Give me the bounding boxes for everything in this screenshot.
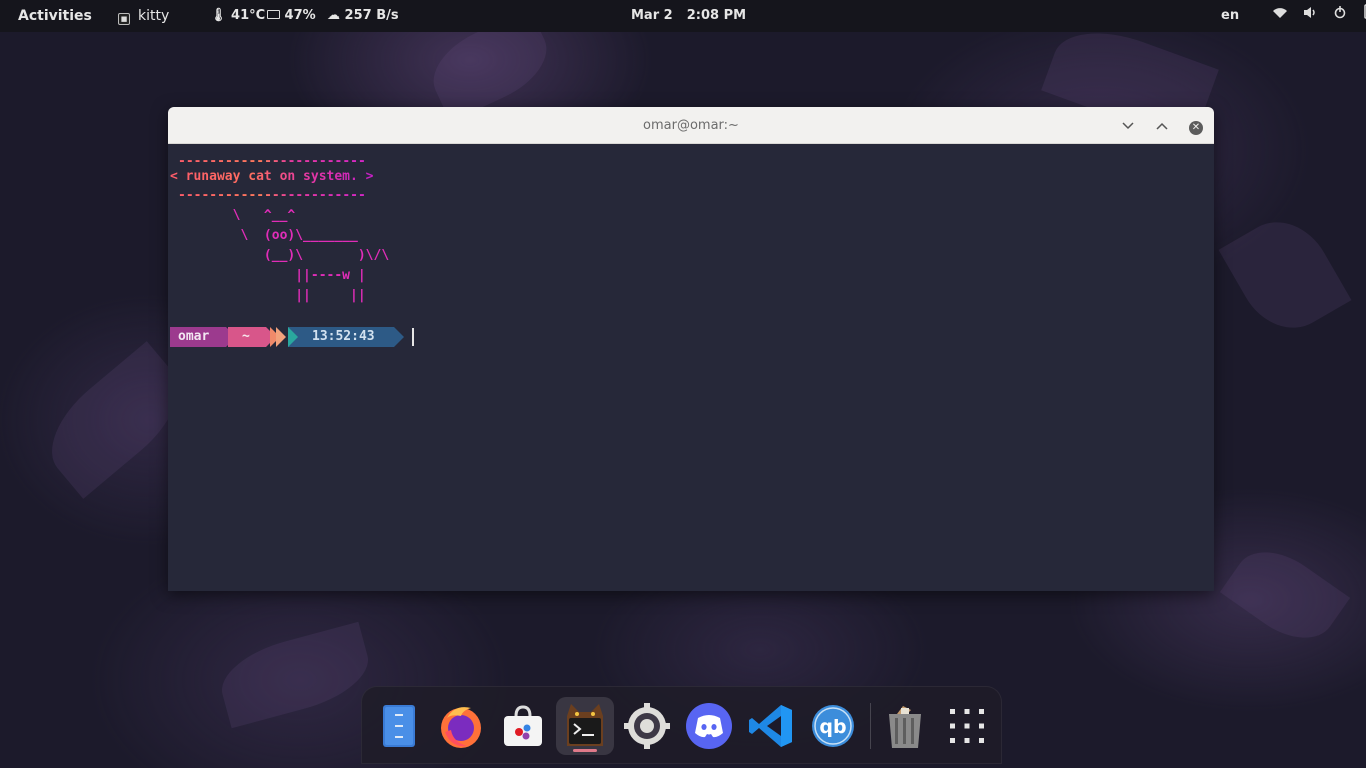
dock-discord[interactable] [680, 697, 738, 755]
minimize-button[interactable] [1118, 116, 1138, 136]
prompt-separator [276, 327, 286, 347]
dock-kitty[interactable] [556, 697, 614, 755]
maximize-button[interactable] [1152, 116, 1172, 136]
kitty-terminal-icon [567, 704, 603, 746]
clock-time: 2:08 PM [686, 8, 747, 23]
prompt-directory-segment: ~ [228, 327, 266, 347]
temperature-value: 41°C [231, 8, 266, 23]
system-menu[interactable] [1270, 0, 1366, 32]
power-icon [1330, 0, 1350, 32]
top-bar: Activities ■ kitty 🌡 41°C 47% ☁ 257 B/s M… [0, 0, 1366, 32]
activities-button[interactable]: Activities [18, 0, 92, 32]
file-cabinet-icon [383, 705, 415, 747]
dock-vscode[interactable] [742, 697, 800, 755]
prompt-separator [394, 327, 404, 347]
window-title: omar@omar:~ [643, 118, 739, 133]
prompt-separator [288, 327, 298, 347]
clock-date: Mar 2 [631, 8, 673, 23]
memory-indicator[interactable]: 47% [267, 0, 316, 32]
thermometer-icon: 🌡 [210, 8, 227, 23]
terminal-content[interactable]: ------------------------ < runaway cat o… [168, 144, 1214, 591]
speech-bubble-message: < runaway cat on system. > [170, 167, 374, 187]
wallpaper-leaf [1219, 534, 1351, 656]
speech-bubble-bottom: ------------------------ [178, 186, 366, 206]
wallpaper-leaf [1218, 204, 1352, 346]
text-cursor [412, 328, 414, 346]
dock-files[interactable] [370, 697, 428, 755]
dock-settings[interactable] [618, 697, 676, 755]
firefox-icon [441, 707, 481, 748]
battery-icon [1360, 0, 1366, 32]
net-speed-value: 257 B/s [344, 8, 399, 23]
volume-icon [1300, 0, 1320, 32]
dock-firefox[interactable] [432, 697, 490, 755]
vscode-icon [749, 705, 792, 747]
clock[interactable]: Mar 2 2:08 PM [631, 0, 746, 32]
wifi-icon [1270, 0, 1290, 32]
prompt-user-segment: omar [170, 327, 226, 347]
dock-qbittorrent[interactable]: qb [804, 697, 862, 755]
ascii-art-line: (__)\ )\/\ [170, 248, 390, 263]
cloud-icon: ☁ [327, 8, 340, 23]
prompt-time-segment: 13:52:43 [288, 327, 394, 347]
trash-icon [889, 706, 921, 748]
temperature-indicator[interactable]: 🌡 41°C [210, 0, 265, 32]
gear-icon [624, 703, 670, 749]
svg-text:qb: qb [819, 716, 846, 738]
close-icon: ✕ [1189, 121, 1203, 135]
app-menu[interactable]: ■ kitty [118, 0, 169, 32]
net-speed-indicator[interactable]: ☁ 257 B/s [327, 0, 399, 32]
dock-software-store[interactable] [494, 697, 552, 755]
ascii-art-line: \ (oo)\_______ [170, 228, 358, 243]
app-menu-label: kitty [138, 8, 170, 24]
app-grid-icon [950, 709, 984, 743]
ascii-art-line: ||----w | [170, 268, 366, 283]
ascii-art-line: || || [170, 288, 366, 303]
close-button[interactable]: ✕ [1186, 116, 1206, 136]
ascii-art-line: \ ^__^ [170, 208, 296, 223]
chevron-up-icon [1156, 122, 1168, 130]
qbittorrent-icon: qb [812, 705, 854, 747]
kitty-app-icon: ■ [118, 13, 130, 25]
dock-trash[interactable] [876, 697, 934, 755]
running-indicator [573, 749, 597, 752]
discord-icon [686, 703, 732, 749]
dock-separator [870, 703, 871, 749]
keyboard-layout-indicator[interactable]: en [1221, 0, 1239, 32]
terminal-window[interactable]: omar@omar:~ ✕ ------------------------ <… [168, 107, 1214, 591]
memory-value: 47% [284, 8, 316, 23]
memory-chip-icon [267, 10, 280, 19]
dock-show-applications[interactable] [938, 697, 996, 755]
shopping-bag-icon [504, 705, 542, 746]
wallpaper-leaf [213, 621, 377, 729]
window-titlebar[interactable]: omar@omar:~ ✕ [168, 107, 1214, 144]
dock: qb [361, 686, 1002, 764]
chevron-down-icon [1122, 122, 1134, 130]
